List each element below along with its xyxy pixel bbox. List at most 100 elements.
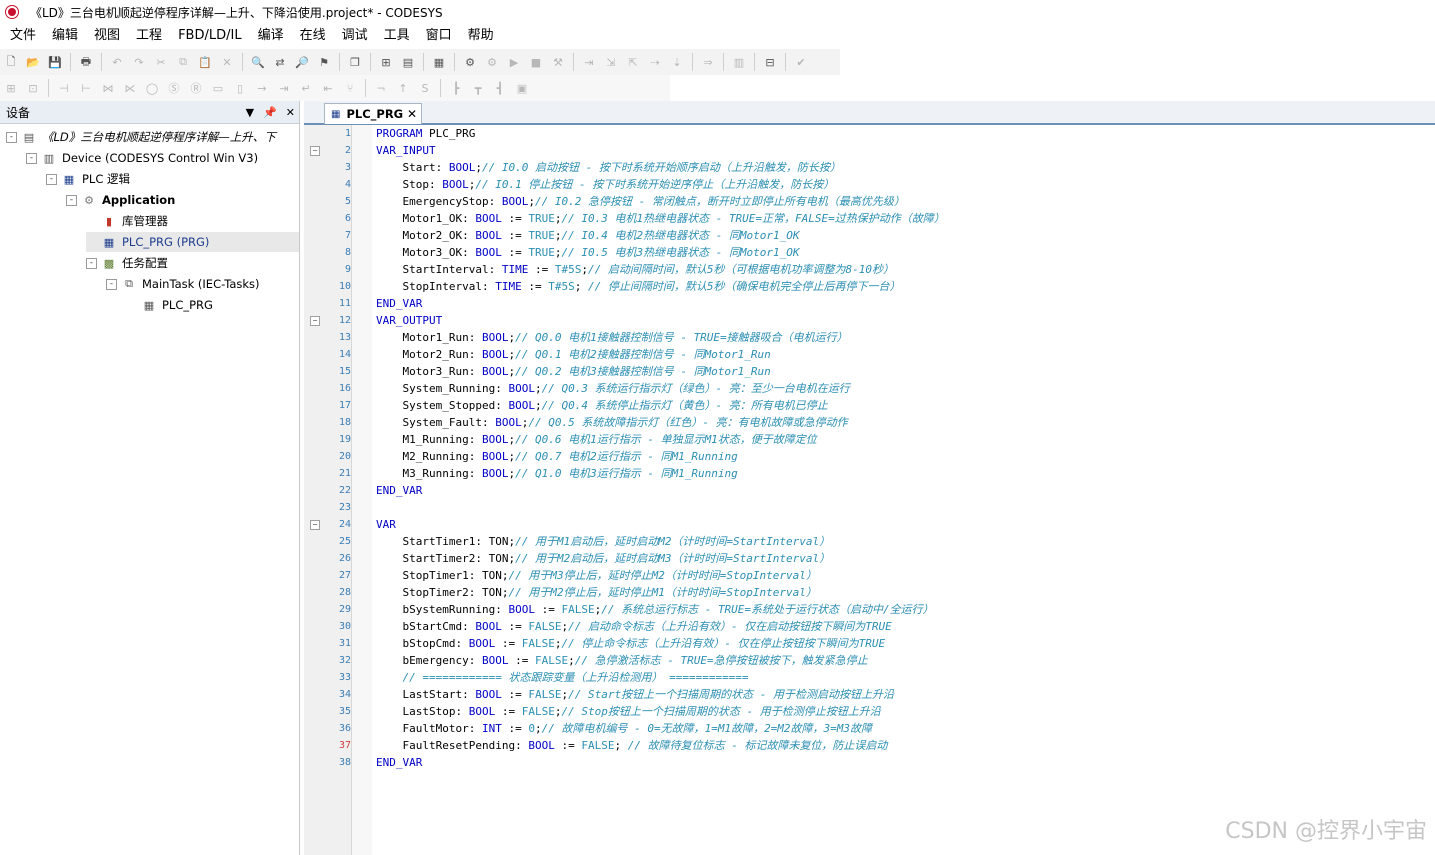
menu-item[interactable]: 工具 — [376, 24, 418, 48]
tree-item[interactable]: ▦ PLC_PRG (PRG) — [86, 232, 299, 252]
insert-contact-icon[interactable]: ⊣ — [56, 80, 72, 96]
undo-icon[interactable]: ↶ — [109, 54, 125, 70]
insert-coil-icon[interactable]: ◯ — [144, 80, 160, 96]
set-next-statement-icon[interactable]: ⇣ — [669, 54, 685, 70]
insert-empty-box-icon[interactable]: ▯ — [232, 80, 248, 96]
step-into-icon[interactable]: ⇲ — [603, 54, 619, 70]
tree-item[interactable]: - ▩ 任务配置 — [86, 253, 168, 273]
flow-control-icon[interactable]: ✔ — [793, 54, 809, 70]
set-reset-icon[interactable]: S — [417, 80, 433, 96]
open-folder-icon[interactable]: 📂 — [25, 54, 41, 70]
line-number: 18 — [338, 417, 351, 428]
find-icon[interactable]: 🔍 — [250, 54, 266, 70]
insert-parallel-negated-icon[interactable]: ⋉ — [122, 80, 138, 96]
insert-network-below-icon[interactable]: ⊡ — [25, 80, 41, 96]
force-values-icon[interactable]: ▥ — [731, 54, 747, 70]
collapse-toggle-icon[interactable]: - — [46, 173, 57, 185]
delete-icon[interactable]: ✕ — [219, 54, 235, 70]
menu-item[interactable]: FBD/LD/IL — [170, 24, 250, 48]
code-token: // I0.4 电机2热继电器状态 - 同Motor1_OK — [561, 229, 800, 242]
insert-input-icon[interactable]: ⇤ — [320, 80, 336, 96]
branch-close-icon[interactable]: ┫ — [492, 80, 508, 96]
step-out-icon[interactable]: ⇱ — [625, 54, 641, 70]
code-line: Start: BOOL;// I0.0 启动按钮 - 按下时系统开始顺序启动（上… — [376, 159, 840, 176]
redo-icon[interactable]: ↷ — [131, 54, 147, 70]
collapse-toggle-icon[interactable]: - — [26, 152, 37, 164]
menu-item[interactable]: 文件 — [0, 24, 44, 48]
collapse-toggle-icon[interactable]: - — [106, 278, 117, 290]
properties-icon[interactable]: ▤ — [400, 54, 416, 70]
menu-item[interactable]: 工程 — [128, 24, 170, 48]
insert-negated-contact-icon[interactable]: ⊢ — [78, 80, 94, 96]
code-token: BOOL — [528, 739, 555, 752]
close-tab-icon[interactable]: ✕ — [407, 107, 417, 121]
tree-item[interactable]: - ⚙ Application — [66, 190, 175, 210]
stop-icon[interactable]: ■ — [528, 54, 544, 70]
fold-toggle-icon[interactable]: − — [310, 520, 320, 530]
code-token: // 系统总运行标志 - TRUE=系统处于运行状态（启动中/全运行） — [601, 603, 934, 616]
line-number: 3 — [344, 162, 351, 173]
menu-item[interactable]: 窗口 — [418, 24, 460, 48]
insert-jump-icon[interactable]: ⇥ — [276, 80, 292, 96]
print-icon[interactable]: 🖶 — [78, 54, 94, 70]
collapse-toggle-icon[interactable]: - — [6, 131, 17, 143]
tree-item[interactable]: ▮ 库管理器 — [86, 211, 168, 231]
insert-return-icon[interactable]: ↵ — [298, 80, 314, 96]
pin-icon[interactable]: 📌 — [263, 106, 277, 119]
tree-item[interactable]: - ▦ PLC 逻辑 — [46, 169, 130, 189]
collapse-toggle-icon[interactable]: - — [86, 257, 97, 269]
tree-item[interactable]: - ▤ 《LD》三台电机顺起逆停程序详解—上升、下 — [6, 127, 276, 147]
collapse-toggle-icon[interactable]: - — [66, 194, 77, 206]
save-icon[interactable]: 💾 — [47, 54, 63, 70]
code-line: M2_Running: BOOL;// Q0.7 电机2运行指示 - 同M1_R… — [376, 448, 737, 465]
insert-reset-coil-icon[interactable]: Ⓡ — [188, 80, 204, 96]
new-file-icon[interactable]: 🗋 — [3, 54, 19, 70]
build-icon[interactable]: ▦ — [431, 54, 447, 70]
menu-item[interactable]: 编译 — [250, 24, 292, 48]
menu-item[interactable]: 视图 — [86, 24, 128, 48]
close-panel-icon[interactable]: ✕ — [286, 106, 295, 119]
insert-set-coil-icon[interactable]: Ⓢ — [166, 80, 182, 96]
step-over-icon[interactable]: ⇥ — [581, 54, 597, 70]
insert-network-icon[interactable]: ⊞ — [3, 80, 19, 96]
edge-detection-icon[interactable]: ↑ — [395, 80, 411, 96]
code-token: BOOL — [448, 161, 476, 174]
start-icon[interactable]: ▶ — [506, 54, 522, 70]
tab-plc-prg[interactable]: ▦ PLC_PRG ✕ — [324, 103, 422, 124]
replace-icon[interactable]: ⇄ — [272, 54, 288, 70]
add-object-icon[interactable]: ⊞ — [378, 54, 394, 70]
insert-box-en-icon[interactable]: ▣ — [514, 80, 530, 96]
menu-item[interactable]: 调试 — [334, 24, 376, 48]
negate-icon[interactable]: ¬ — [373, 80, 389, 96]
tree-item[interactable]: - ⧉ MainTask (IEC-Tasks) — [106, 274, 260, 294]
insert-parallel-contact-icon[interactable]: ⋈ — [100, 80, 116, 96]
reset-icon[interactable]: ⚒ — [550, 54, 566, 70]
insert-assignment-icon[interactable]: → — [254, 80, 270, 96]
menu-item[interactable]: 在线 — [292, 24, 334, 48]
panel-menu-icon[interactable]: ▼ — [246, 106, 254, 119]
tree-item[interactable]: ▦ PLC_PRG — [126, 295, 213, 315]
write-values-icon[interactable]: ⇒ — [700, 54, 716, 70]
code-line: Motor1_Run: BOOL;// Q0.0 电机1接触器控制信号 - TR… — [376, 329, 847, 346]
insert-box-icon[interactable]: ▭ — [210, 80, 226, 96]
bookmark-icon[interactable]: ⚑ — [316, 54, 332, 70]
cut-icon[interactable]: ✂ — [153, 54, 169, 70]
toolbar-separator — [785, 53, 786, 71]
run-to-cursor-icon[interactable]: ⇢ — [647, 54, 663, 70]
insert-branch-icon[interactable]: ⑂ — [342, 80, 358, 96]
menu-item[interactable]: 编辑 — [44, 24, 86, 48]
toggle-breakpoint-icon[interactable]: ⊟ — [762, 54, 778, 70]
paste-icon[interactable]: 📋 — [197, 54, 213, 70]
login-icon[interactable]: ⚙ — [462, 54, 478, 70]
fold-toggle-icon[interactable]: − — [310, 146, 320, 156]
tree-item[interactable]: - ▥ Device (CODESYS Control Win V3) — [26, 148, 258, 168]
logout-icon[interactable]: ⚙ — [484, 54, 500, 70]
fold-toggle-icon[interactable]: − — [310, 316, 320, 326]
window-icon[interactable]: ❐ — [347, 54, 363, 70]
insert-rail-icon[interactable]: ┣ — [448, 80, 464, 96]
insert-parallel-branch-icon[interactable]: ┳ — [470, 80, 486, 96]
copy-icon[interactable]: ⧉ — [175, 54, 191, 70]
code-token: PROGRAM — [376, 127, 429, 140]
find-in-project-icon[interactable]: 🔎 — [294, 54, 310, 70]
menu-item[interactable]: 帮助 — [460, 24, 502, 48]
